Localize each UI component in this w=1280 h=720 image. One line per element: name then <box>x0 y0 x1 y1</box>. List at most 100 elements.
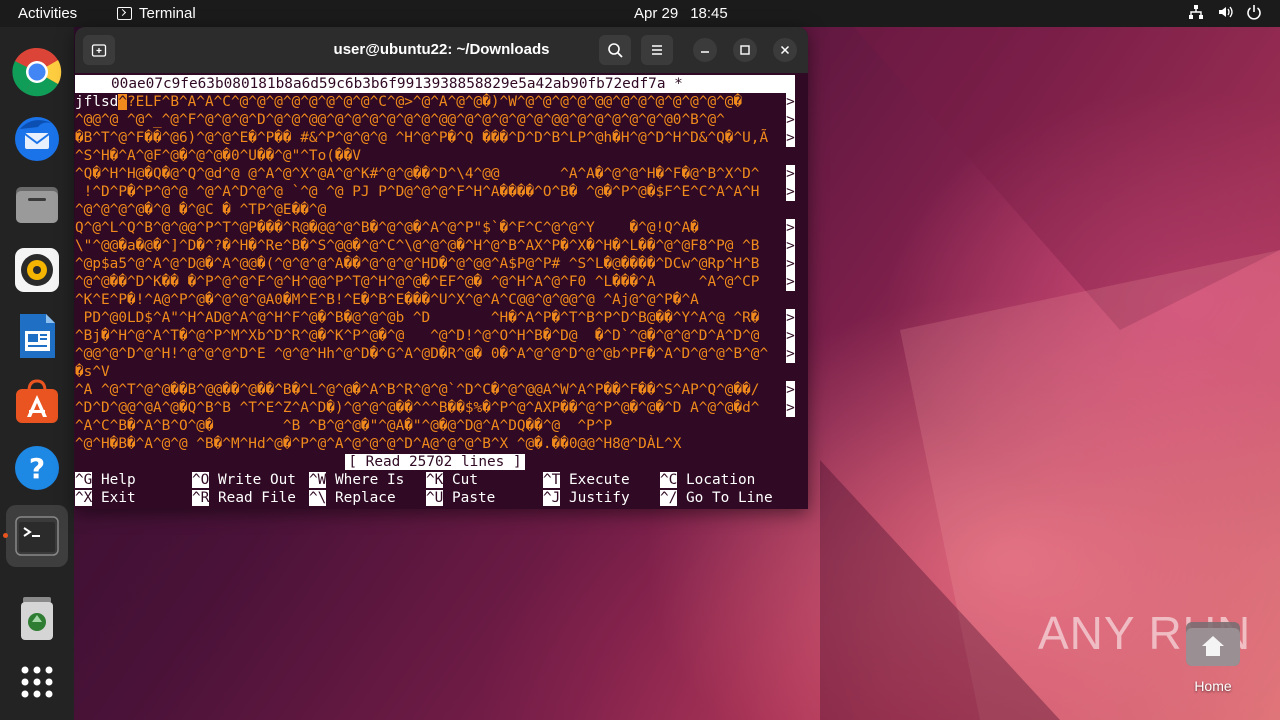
clock[interactable]: Apr 29 18:45 <box>634 5 728 22</box>
menu-button[interactable] <box>641 35 673 65</box>
content-line: �s^V <box>75 363 795 381</box>
power-icon <box>1246 4 1262 20</box>
shortcut-go-to-line: ^/ Go To Line <box>660 490 773 506</box>
search-icon <box>608 43 623 58</box>
content-line: ^@p$a5^@^A^@^D@�^A^@@�(^@^@^@^A��^@^@^@^… <box>75 255 795 273</box>
content-line: ^K^E^P�!^A@^P^@�^@^@^@A0�M^E^B!^E�^B^E��… <box>75 291 795 309</box>
content-line: ^@@^@ ^@^_^@^F^@^@^@^D^@^@^@@^@^@^@^@^@^… <box>75 111 795 129</box>
content-line: ^Q�^H^H@�Q�@^Q^@d^@ @^A^@^X^@A^@^K#^@^@�… <box>75 165 795 183</box>
terminal-mini-icon <box>117 7 132 20</box>
line-continues-marker: > <box>786 327 795 345</box>
system-tray[interactable] <box>1188 4 1262 20</box>
nano-editor[interactable]: 00ae07c9fe63b080181b8a6d59c6b3b6f9913938… <box>75 73 808 509</box>
shortcut-execute: ^T Execute <box>543 472 630 488</box>
writer-icon[interactable] <box>12 311 62 361</box>
rhythmbox-icon[interactable] <box>12 245 62 295</box>
volume-icon <box>1217 4 1233 20</box>
content-line: ^A ^@^T^@^@��B^@@��^@��^B�^L^@^@�^A^B^R^… <box>75 381 795 399</box>
search-button[interactable] <box>599 35 631 65</box>
line-continues-marker: > <box>786 345 795 363</box>
network-icon <box>1188 4 1204 20</box>
thunderbird-icon[interactable] <box>12 113 62 163</box>
hamburger-icon <box>652 45 662 55</box>
maximize-icon <box>740 45 750 55</box>
shortcut-location: ^C Location <box>660 472 756 488</box>
help-icon[interactable]: ? <box>12 443 62 493</box>
line-continues-marker: > <box>786 165 795 183</box>
line-continues-marker: > <box>786 255 795 273</box>
shortcut-cut: ^K Cut <box>426 472 478 488</box>
line-continues-marker: > <box>786 93 795 111</box>
clock-time: 18:45 <box>690 5 728 22</box>
line-text: ^Q�^H^H@�Q�@^Q^@d^@ @^A^@^X^@A^@^K#^@^@�… <box>75 166 760 182</box>
content-line: ^Bj�^H^@^A^T�^@^P^M^Xb^D^R^@�^K^P^@�^@ ^… <box>75 327 795 345</box>
line-text: ^@@^@^D^@^H!^@^@^@^D^E ^@^@^Hh^@^D�^G^A^… <box>75 346 769 362</box>
content-line: ^@@^@^D^@^H!^@^@^@^D^E ^@^@^Hh^@^D�^G^A^… <box>75 345 795 363</box>
line-continues-marker: > <box>786 309 795 327</box>
files-icon[interactable] <box>12 179 62 229</box>
line-text: ^D^D^@@^@A^@�Q^B^B ^T^E^Z^A^D�)^@^@^@��^… <box>75 400 760 416</box>
activities-button[interactable]: Activities <box>18 5 77 22</box>
content-line: ^D^D^@@^@A^@�Q^B^B ^T^E^Z^A^D�)^@^@^@��^… <box>75 399 795 417</box>
line-continues-marker: > <box>786 129 795 147</box>
line-continues-marker: > <box>786 237 795 255</box>
first-line-prefix: jflsd <box>75 94 119 110</box>
line-text: ^Bj�^H^@^A^T�^@^P^M^Xb^D^R^@�^K^P^@�^@ ^… <box>75 328 760 344</box>
line-text: ^S^H�^A^@F^@�^@^@�0^U��^@"^To(��V <box>75 148 361 164</box>
line-text: �B^T^@^F��^@6)^@^@^E�^P�� #&^P^@^@^@ ^H^… <box>75 130 769 146</box>
terminal-window[interactable]: user@ubuntu22: ~/Downloads 00ae07c9fe63b… <box>75 27 808 509</box>
line-continues-marker: > <box>786 381 795 399</box>
running-indicator <box>3 533 8 538</box>
line-text: PD^@0LD$^A"^H^AD@^A^@^H^F^@�^B�@^@^@b ^D… <box>75 310 760 326</box>
shortcut-help: ^G Help ^O Write Out ^W Where Is ^K Cut … <box>75 471 808 507</box>
line-text: ^@^@^@^@�^@ �^@C � ^TP^@E��^@ <box>75 202 327 218</box>
line-text: ^@^@��^D^K�� �^P^@^@^F^@^H^@@^P^T@^H^@^@… <box>75 274 760 290</box>
content-line: ^@^@��^D^K�� �^P^@^@^F^@^H^@@^P^T@^H^@^@… <box>75 273 795 291</box>
shortcut-justify: ^J Justify <box>543 490 630 506</box>
status-message: [ Read 25702 lines ] <box>345 454 525 470</box>
line-text: ^@^H�B�^A^@^@ ^B�^M^Hd^@�^P^@^A^@^@^@^D^… <box>75 436 682 452</box>
shortcut-help-item: ^G Help <box>75 472 136 488</box>
content-line: ^@^H�B�^A^@^@ ^B�^M^Hd^@�^P^@^A^@^@^@^D^… <box>75 435 795 453</box>
chrome-icon[interactable] <box>12 47 62 97</box>
app-center-icon[interactable] <box>12 377 62 427</box>
top-bar: Activities Terminal Apr 29 18:45 <box>0 0 1280 27</box>
line-continues-marker: > <box>786 111 795 129</box>
app-grid-icon[interactable] <box>12 657 62 707</box>
close-button[interactable] <box>773 38 797 62</box>
content-line: jflsd^?ELF^B^A^A^C^@^@^@^@^@^@^@^@^C^@>^… <box>75 93 795 111</box>
nano-header-bar: 00ae07c9fe63b080181b8a6d59c6b3b6f9913938… <box>75 75 795 93</box>
dock: ? <box>0 27 74 720</box>
content-line: ^A^C^B�^A^B^O^@� ^B ^B^@^@�"^@A�"^@�@^D@… <box>75 417 795 435</box>
shortcut-paste: ^U Paste <box>426 490 496 506</box>
app-menu-label: Terminal <box>139 5 196 22</box>
terminal-titlebar[interactable]: user@ubuntu22: ~/Downloads <box>75 27 808 73</box>
line-text: ^@p$a5^@^A^@^D@�^A^@@�(^@^@^@^A��^@^@^@^… <box>75 256 760 272</box>
shortcut-row: ^X Exit ^R Read File ^\ Replace ^U Paste… <box>75 489 808 507</box>
line-continues-marker: > <box>786 273 795 291</box>
text-cursor: ^ <box>118 94 127 110</box>
shortcut-row: ^G Help ^O Write Out ^W Where Is ^K Cut … <box>75 471 808 489</box>
shortcut-replace: ^\ Replace <box>309 490 396 506</box>
app-menu[interactable]: Terminal <box>117 5 196 22</box>
terminal-icon[interactable] <box>12 511 62 561</box>
home-folder-label: Home <box>1194 678 1232 694</box>
trash-icon[interactable] <box>12 593 62 643</box>
line-text: ^A ^@^T^@^@��B^@@��^@��^B�^L^@^@�^A^B^R^… <box>75 382 760 398</box>
first-line-rest: ?ELF^B^A^A^C^@^@^@^@^@^@^@^@^C^@>^@^A^@^… <box>127 94 743 110</box>
content-line: �B^T^@^F��^@6)^@^@^E�^P�� #&^P^@^@^@ ^H^… <box>75 129 795 147</box>
line-continues-marker: > <box>786 183 795 201</box>
line-text: \"^@@�a�@�^]^D�^?�^H�^Re^B�^S^@@�^@^C^\@… <box>75 238 760 254</box>
content-line: PD^@0LD$^A"^H^AD@^A^@^H^F^@�^B�@^@^@b ^D… <box>75 309 795 327</box>
line-text: �s^V <box>75 364 110 380</box>
shortcut-read-file: ^R Read File <box>192 490 296 506</box>
content-line: Q^@^L^Q^B^@^@@^P^T^@P���^R@�@@^@^B�^@^@�… <box>75 219 795 237</box>
minimize-button[interactable] <box>693 38 717 62</box>
maximize-button[interactable] <box>733 38 757 62</box>
clock-date: Apr 29 <box>634 5 679 22</box>
minimize-icon <box>701 51 709 53</box>
home-folder-icon[interactable] <box>1184 618 1242 668</box>
file-content[interactable]: jflsd^?ELF^B^A^A^C^@^@^@^@^@^@^@^@^C^@>^… <box>75 93 795 453</box>
line-continues-marker: > <box>786 399 795 417</box>
shortcut-exit: ^X Exit <box>75 490 136 506</box>
